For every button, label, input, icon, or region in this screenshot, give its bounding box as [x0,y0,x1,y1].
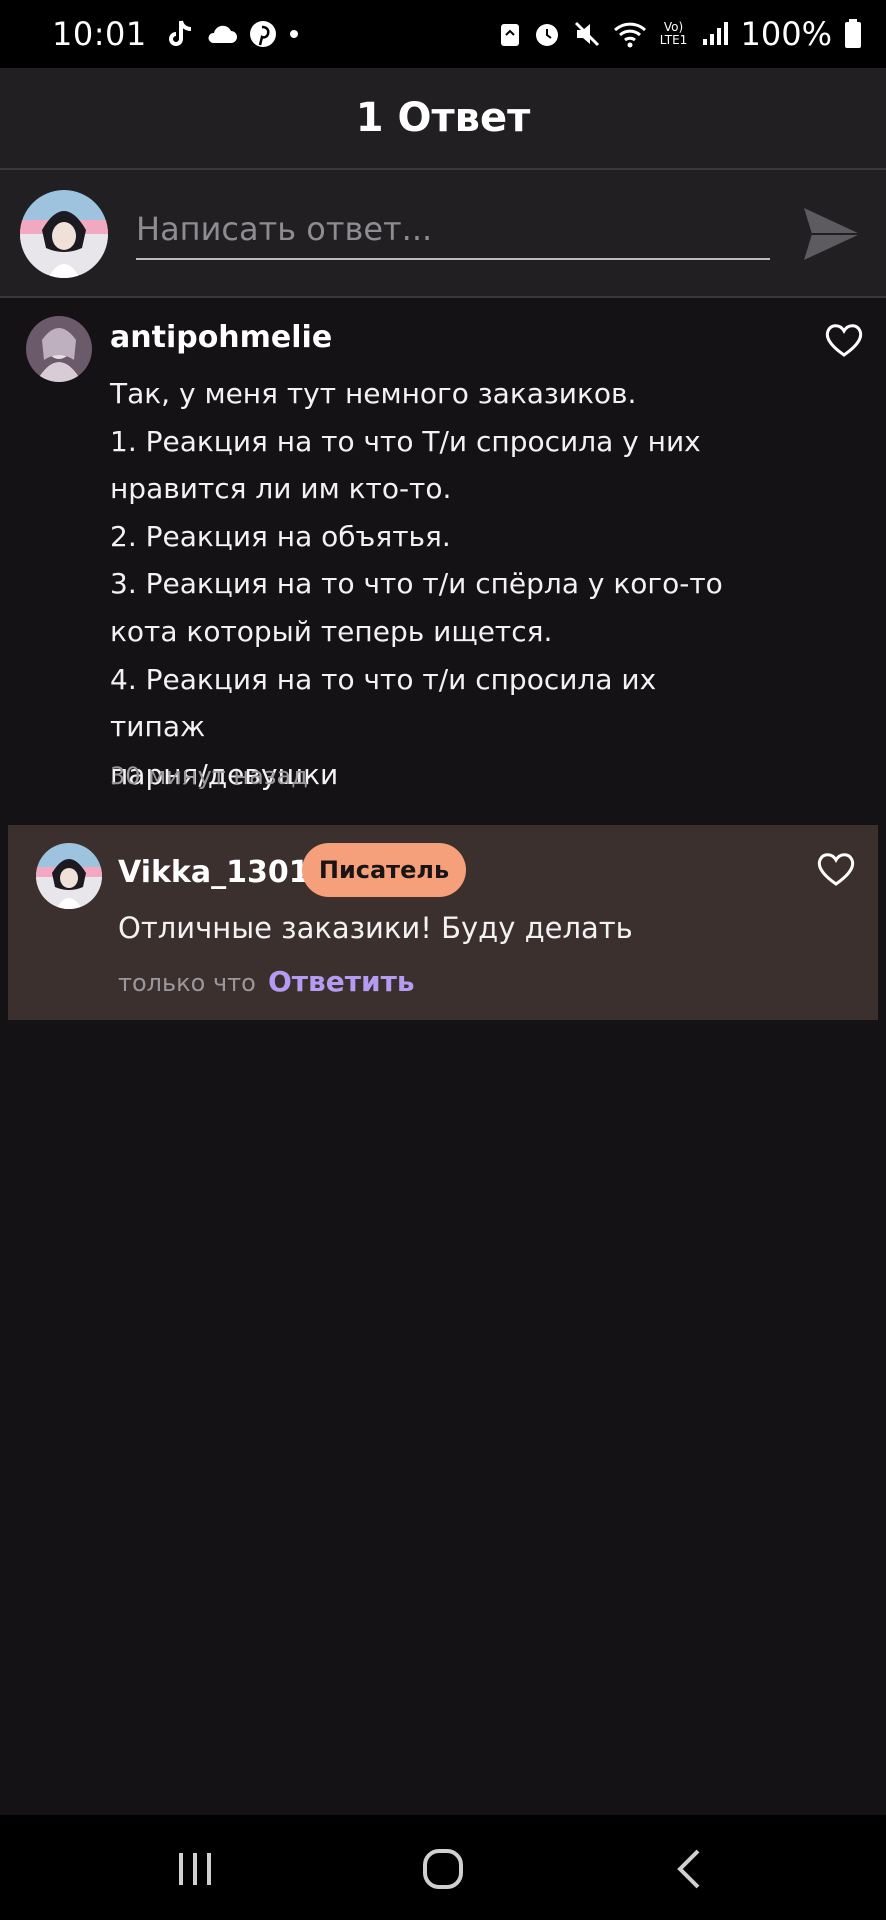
battery-icon [844,19,862,49]
status-bar: 10:01 Vo) LTE1 100% [0,0,886,68]
dot-icon [289,29,299,39]
comment-line: нравится ли им кто-то. [110,472,452,506]
mute-icon [573,20,601,48]
commenter-username[interactable]: antipohmelie [110,320,332,355]
battery-percent: 100% [740,15,832,53]
tiktok-icon [167,19,193,49]
writer-badge: Писатель [302,843,466,897]
reply-button[interactable]: Ответить [268,965,415,998]
send-icon[interactable] [800,202,864,266]
clock: 10:01 [52,15,147,53]
alarm-icon [533,20,561,48]
replier-username[interactable]: Vikka_1301 [118,855,310,890]
like-heart-icon[interactable] [816,851,856,887]
comment-text: Так, у меня тут немного заказиков. 1. Ре… [110,370,750,798]
system-nav-bar [0,1815,886,1920]
status-bar-right: Vo) LTE1 100% [499,15,862,53]
status-bar-left: 10:01 [52,15,299,53]
comment-line: кота который теперь ищется. [110,614,553,648]
back-icon[interactable] [660,1845,720,1893]
reply-input[interactable] [136,200,770,260]
page-title: 1 Ответ [355,95,531,141]
volte-icon: Vo) LTE1 [659,20,688,47]
current-user-avatar [20,190,108,278]
comment-line: 1. Реакция на то что Т/и спросила у них [110,424,701,458]
reply-timestamp: только что [118,969,256,997]
comment: antipohmelie Так, у меня тут немного зак… [0,300,886,810]
commenter-avatar[interactable] [26,316,92,382]
pinterest-icon [249,20,277,48]
signal-icon [701,21,729,47]
comment-line: 2. Реакция на объятья. [110,519,451,553]
comment-line: 3. Реакция на то что т/и спёрла у кого-т… [110,567,723,601]
reply-card: Vikka_1301 Писатель Отличные заказики! Б… [8,825,878,1020]
comment-line: 4. Реакция на то что т/и спросила их тип… [110,662,666,744]
wifi-icon [613,20,647,48]
home-icon[interactable] [413,1845,473,1893]
page-header: 1 Ответ [0,68,886,170]
cloud-icon [205,23,237,45]
recycle-icon [499,20,521,48]
reply-text: Отличные заказики! Буду делать [118,911,633,945]
recent-apps-icon[interactable] [165,1845,225,1893]
comment-timestamp: 30 минут назад [110,762,308,790]
reply-bar [0,170,886,298]
like-heart-icon[interactable] [824,322,864,358]
comment-line: Так, у меня тут немного заказиков. [110,377,637,410]
replier-avatar[interactable] [36,843,102,909]
